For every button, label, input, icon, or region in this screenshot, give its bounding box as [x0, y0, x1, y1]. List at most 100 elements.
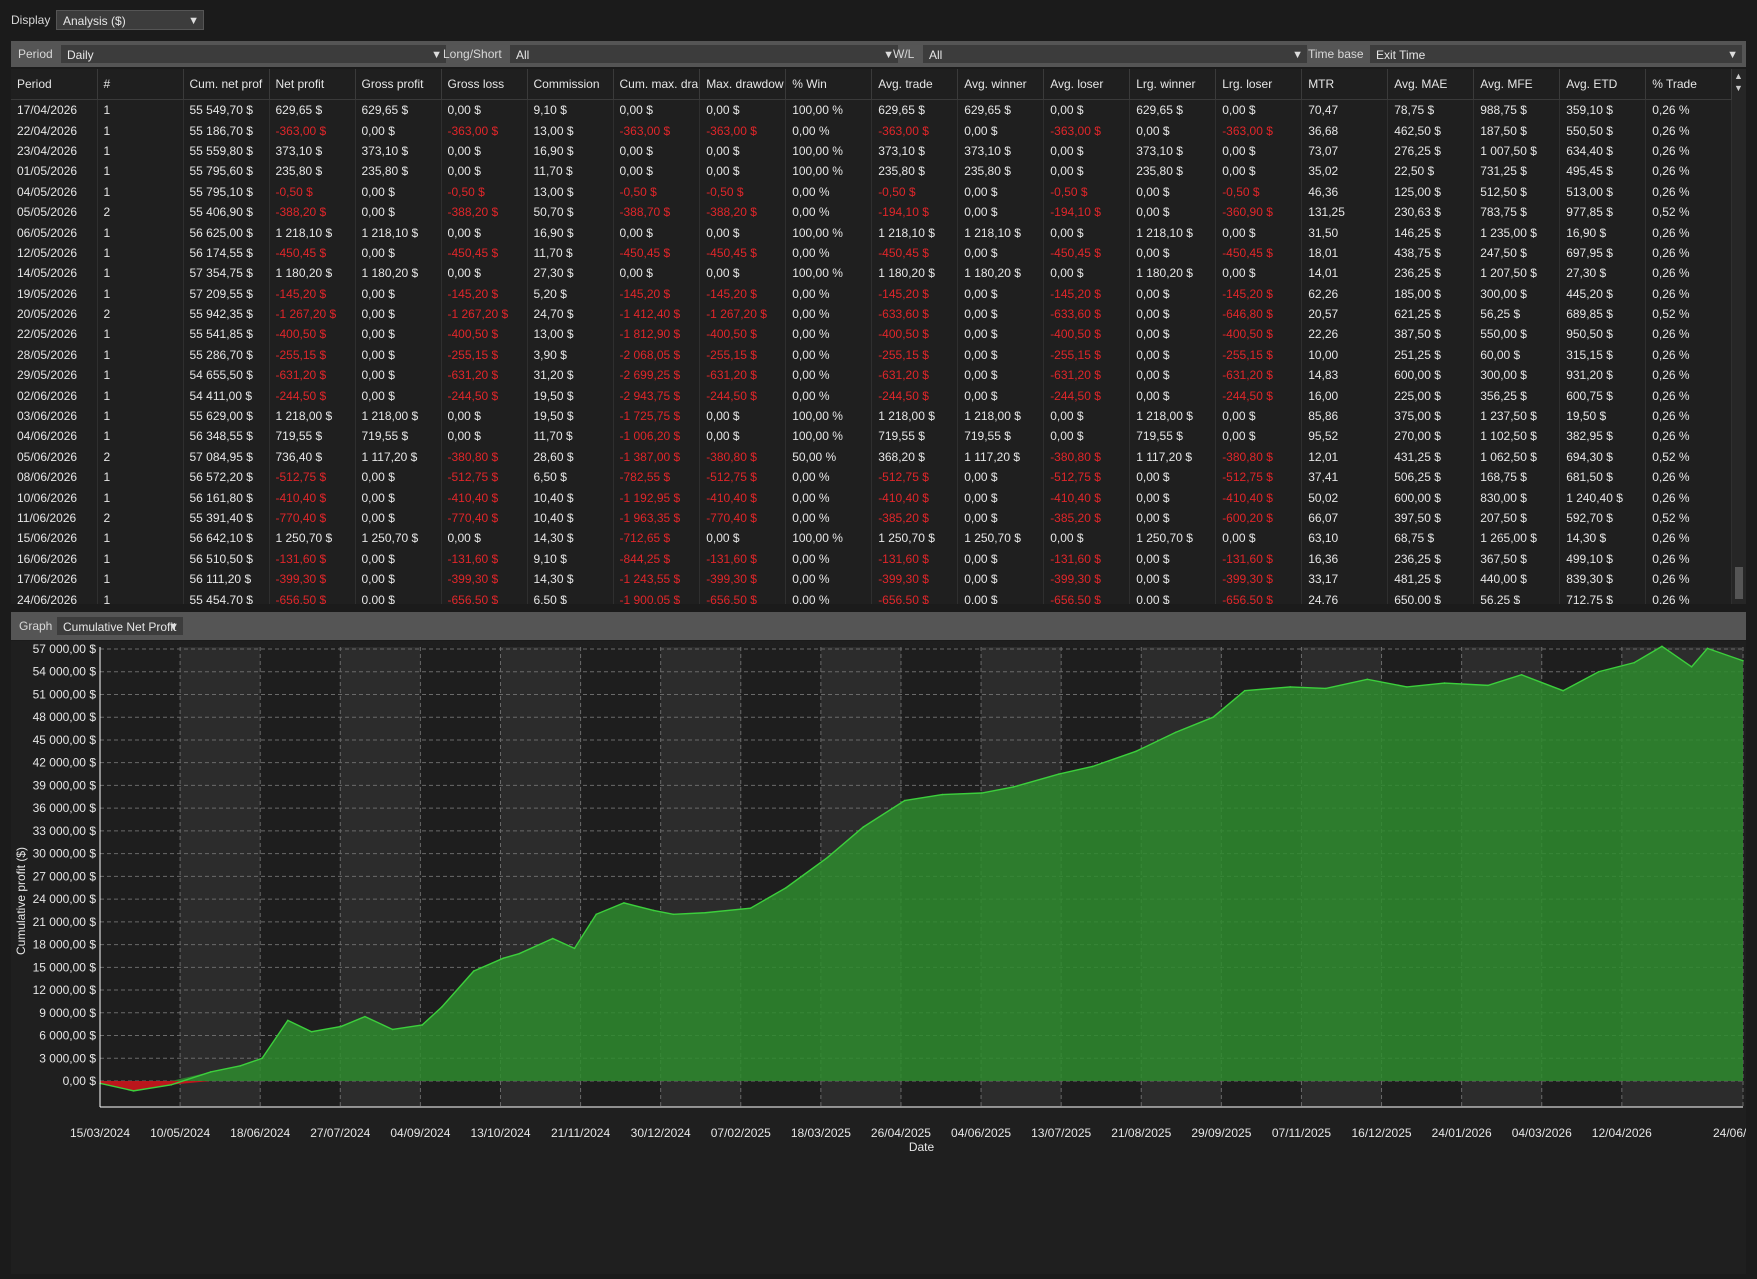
table-cell: 29/05/2026: [11, 365, 98, 386]
table-row[interactable]: 17/06/2026 1 56 111,20 $ -399,30 $0,00 $ -39…: [11, 568, 1733, 590]
table-row[interactable]: 28/05/2026 1 55 286,70 $ -255,15 $0,00 $ -25…: [11, 344, 1733, 366]
column-header[interactable]: Lrg. winner: [1129, 69, 1217, 100]
table-row[interactable]: 10/06/2026 1 56 161,80 $ -410,40 $0,00 $ -41…: [11, 487, 1733, 508]
table-cell: 0,00 $: [957, 568, 1045, 590]
y-tick-label: 48 000,00 $: [33, 710, 97, 724]
column-header[interactable]: % Win: [785, 69, 873, 100]
table-row[interactable]: 19/05/2026 1 57 209,55 $ -145,20 $0,00 $ -14…: [11, 283, 1733, 304]
wl-select[interactable]: All ▼: [922, 44, 1308, 64]
column-header[interactable]: Max. drawdow: [699, 69, 787, 100]
table-cell: -770,40 $: [441, 507, 528, 529]
table-row[interactable]: 16/06/2026 1 56 510,50 $ -131,60 $0,00 $ -13…: [11, 548, 1733, 569]
table-row[interactable]: 03/06/2026 1 55 629,00 $1 218,00 $1 218,00…: [11, 405, 1733, 427]
table-cell: -145,20 $: [269, 283, 356, 304]
table-cell: -450,45 $: [613, 242, 701, 264]
display-select[interactable]: Analysis ($) ▼: [56, 10, 204, 30]
table-cell: -410,40 $: [269, 487, 356, 508]
scroll-down-icon[interactable]: ▼: [1734, 83, 1743, 93]
table-cell: -244,50 $: [269, 385, 356, 406]
period-select[interactable]: Daily ▼: [60, 44, 447, 64]
column-header[interactable]: Avg. trade: [871, 69, 959, 100]
table-cell: 22/05/2026: [11, 324, 98, 345]
column-header[interactable]: Avg. ETD: [1559, 69, 1647, 100]
table-cell: -0,50 $: [441, 181, 528, 202]
table-cell: -380,80 $: [699, 446, 787, 468]
data-point: [472, 970, 475, 972]
table-row[interactable]: 14/05/2026 1 57 354,75 $1 180,20 $1 180,20…: [11, 263, 1733, 284]
table-cell: -0,50 $: [699, 181, 787, 202]
data-point: [441, 1005, 443, 1008]
table-row[interactable]: 22/04/2026 1 55 186,70 $ -363,00 $0,00 $ -36…: [11, 120, 1733, 141]
table-cell: 3,90 $: [527, 344, 614, 366]
table-row[interactable]: 20/05/2026 2 55 942,35 $ -1 267,20 $0,00 $ -…: [11, 303, 1733, 325]
column-header[interactable]: #: [97, 69, 184, 100]
column-header[interactable]: Avg. MFE: [1473, 69, 1561, 100]
table-row[interactable]: 23/04/2026 1 55 559,80 $373,10 $373,10 $0,…: [11, 140, 1733, 162]
table-row[interactable]: 11/06/2026 2 55 391,40 $ -770,40 $0,00 $ -77…: [11, 507, 1733, 529]
column-header[interactable]: Period: [11, 69, 98, 100]
table-row[interactable]: 15/06/2026 1 56 642,10 $1 250,70 $1 250,70…: [11, 528, 1733, 549]
column-header[interactable]: Lrg. loser: [1215, 69, 1303, 100]
table-cell: 0,00 $: [1129, 589, 1217, 604]
table-cell: 0,26 %: [1645, 242, 1733, 264]
column-header[interactable]: Avg. MAE: [1387, 69, 1475, 100]
data-point: [239, 1065, 242, 1067]
table-row[interactable]: 02/06/2026 1 54 411,00 $ -244,50 $0,00 $ -24…: [11, 385, 1733, 406]
column-header[interactable]: Avg. loser: [1043, 69, 1131, 100]
wl-label: W/L: [893, 47, 915, 61]
column-header[interactable]: Cum. net prof: [183, 69, 270, 100]
table-cell: 0,00 %: [785, 344, 873, 366]
table-cell: -450,45 $: [1215, 242, 1303, 264]
table-cell: 315,15 $: [1559, 344, 1647, 366]
table-cell: 0,00 $: [699, 161, 787, 182]
table-row[interactable]: 05/06/2026 2 57 084,95 $736,40 $1 117,20 $…: [11, 446, 1733, 468]
table-cell: 55 942,35 $: [183, 303, 270, 325]
table-cell: -363,00 $: [1215, 120, 1303, 141]
data-point: [1135, 750, 1137, 753]
table-cell: -782,55 $: [613, 467, 701, 488]
column-header[interactable]: Gross loss: [441, 69, 528, 100]
y-tick-label: 21 000,00 $: [33, 915, 97, 929]
table-cell: 0,00 $: [1129, 283, 1217, 304]
period-select-value: Daily: [67, 48, 94, 62]
table-cell: 14,83: [1301, 365, 1389, 386]
column-header[interactable]: MTR: [1301, 69, 1389, 100]
table-cell: 373,10 $: [269, 140, 356, 162]
table-row[interactable]: 05/05/2026 2 55 406,90 $ -388,20 $0,00 $ -38…: [11, 201, 1733, 223]
table-cell: 440,00 $: [1473, 568, 1561, 590]
data-point: [981, 792, 983, 794]
column-header[interactable]: Cum. max. dra: [613, 69, 701, 100]
column-header[interactable]: Gross profit: [355, 69, 442, 100]
y-tick-label: 39 000,00 $: [33, 778, 97, 792]
time-base-select[interactable]: Exit Time ▼: [1369, 44, 1743, 64]
table-cell: -1 267,20 $: [269, 303, 356, 325]
table-row[interactable]: 04/05/2026 1 55 795,10 $ -0,50 $0,00 $ -0,50…: [11, 181, 1733, 202]
long-short-select[interactable]: All ▼: [509, 44, 899, 64]
table-cell: 373,10 $: [957, 140, 1045, 162]
column-header[interactable]: % Trade: [1645, 69, 1733, 100]
column-header[interactable]: Net profit: [269, 69, 356, 100]
column-header[interactable]: Commission: [527, 69, 614, 100]
table-row[interactable]: 22/05/2026 1 55 541,85 $ -400,50 $0,00 $ -40…: [11, 324, 1733, 345]
table-cell: 600,00 $: [1387, 365, 1475, 386]
table-cell: 387,50 $: [1387, 324, 1475, 345]
table-cell: -1 192,95 $: [613, 487, 701, 508]
table-row[interactable]: 12/05/2026 1 56 174,55 $ -450,45 $0,00 $ -45…: [11, 242, 1733, 264]
table-row[interactable]: 29/05/2026 1 54 655,50 $ -631,20 $0,00 $ -63…: [11, 365, 1733, 386]
table-row[interactable]: 01/05/2026 1 55 795,60 $235,80 $235,80 $0,…: [11, 161, 1733, 182]
table-row[interactable]: 24/06/2026 1 55 454,70 $ -656,50 $0,00 $ -65…: [11, 589, 1733, 604]
scroll-up-icon[interactable]: ▲: [1734, 71, 1743, 81]
table-cell: 19/05/2026: [11, 283, 98, 304]
y-tick-label: 33 000,00 $: [33, 824, 97, 838]
table-cell: 0,00 %: [785, 120, 873, 141]
table-scrollbar[interactable]: ▲ ▼: [1732, 69, 1746, 604]
y-tick-label: 9 000,00 $: [39, 1006, 96, 1020]
graph-select[interactable]: Cumulative Net Profit ▼: [56, 616, 184, 636]
table-row[interactable]: 08/06/2026 1 56 572,20 $ -512,75 $0,00 $ -51…: [11, 467, 1733, 488]
scrollbar-thumb[interactable]: [1735, 567, 1743, 599]
table-row[interactable]: 17/04/2026 1 55 549,70 $629,65 $629,65 $0,…: [11, 99, 1733, 121]
column-header[interactable]: Avg. winner: [957, 69, 1045, 100]
table-row[interactable]: 04/06/2026 1 56 348,55 $719,55 $719,55 $0,…: [11, 426, 1733, 447]
table-cell: -194,10 $: [1043, 201, 1131, 223]
table-row[interactable]: 06/05/2026 1 56 625,00 $1 218,10 $1 218,10…: [11, 222, 1733, 243]
